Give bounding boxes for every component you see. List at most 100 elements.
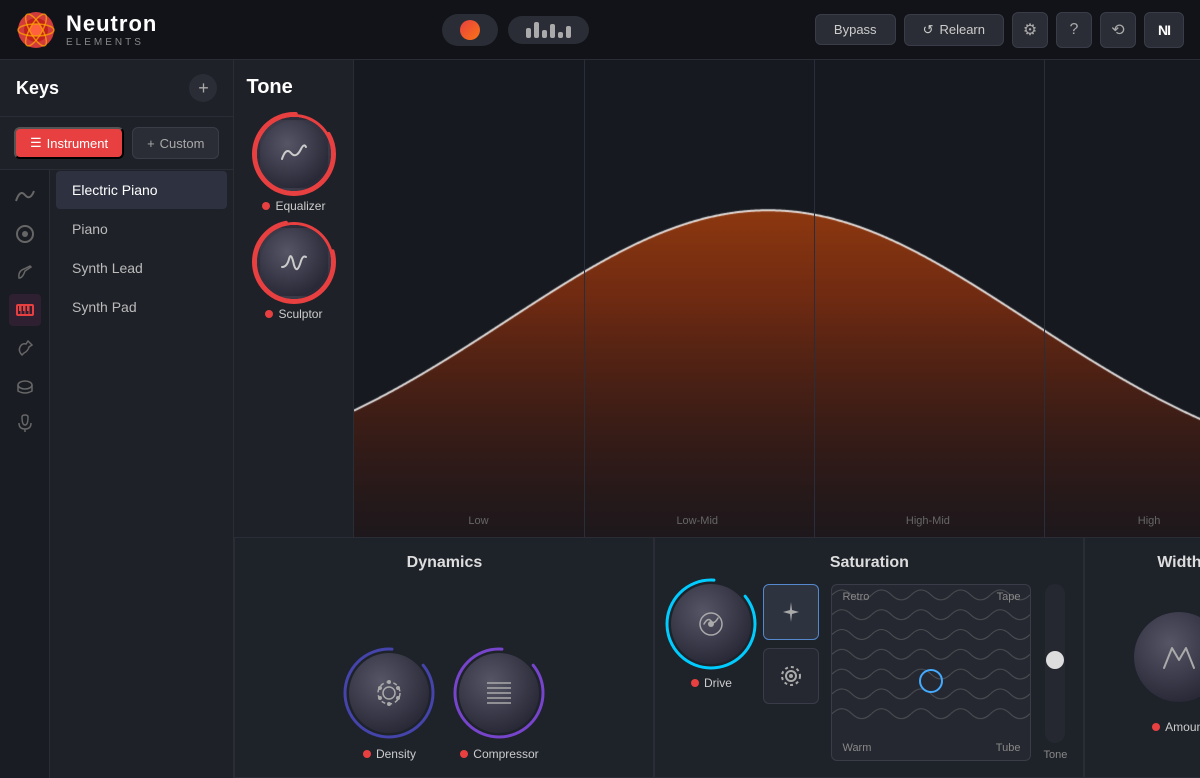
sidebar-icon-drums[interactable] — [9, 370, 41, 402]
sat-label-tube: Tube — [996, 742, 1021, 754]
tone-visualizer: Low Low-Mid High-Mid High — [354, 60, 1200, 537]
sidebar: Keys + ☰ Instrument + Custom — [0, 60, 234, 778]
relearn-button[interactable]: ↺ Relearn — [904, 14, 1004, 46]
tone-section: Tone — [234, 60, 1200, 538]
density-container: Density — [349, 653, 429, 761]
logo-text: Neutron ELEMENTS — [66, 11, 157, 48]
sat-wavy-bg — [832, 585, 1030, 724]
sidebar-header: Keys + — [0, 60, 233, 117]
sculptor-icon — [279, 247, 309, 277]
sat-labels-top: Retro Tape — [832, 591, 1030, 603]
tone-slider[interactable] — [1045, 584, 1065, 743]
saturation-panel: Saturation — [654, 538, 1084, 778]
sculptor-knob[interactable] — [257, 225, 331, 299]
sat-type-btn-2[interactable] — [763, 648, 819, 704]
help-button[interactable]: ? — [1056, 12, 1092, 48]
sidebar-icon-col — [0, 170, 50, 778]
density-knob-wrap — [349, 653, 429, 733]
width-controls: Amount — [1134, 584, 1200, 761]
tab-instrument[interactable]: ☰ Instrument — [14, 127, 124, 159]
settings-button[interactable]: ⚙ — [1012, 12, 1048, 48]
sidebar-icon-eq[interactable] — [9, 180, 41, 212]
logo-area: Neutron ELEMENTS — [16, 10, 216, 50]
freq-labels: Low Low-Mid High-Mid High — [354, 515, 1200, 527]
sidebar-list: Electric Piano Piano Synth Lead Synth Pa… — [50, 170, 233, 778]
amount-knob[interactable] — [1134, 612, 1200, 702]
ni-logo: NI — [1144, 12, 1184, 48]
sidebar-title: Keys — [16, 78, 59, 99]
sat-label-retro: Retro — [842, 591, 869, 603]
header-right: Bypass ↺ Relearn ⚙ ? ⟲ NI — [815, 12, 1184, 48]
eq-icon — [279, 139, 309, 169]
sat-type-selector — [763, 584, 819, 761]
add-instrument-button[interactable]: + — [189, 74, 217, 102]
main-layout: Keys + ☰ Instrument + Custom — [0, 60, 1200, 778]
drive-knob[interactable] — [671, 584, 751, 664]
sidebar-icon-voice[interactable] — [9, 408, 41, 440]
link-button[interactable]: ⟲ — [1100, 12, 1136, 48]
width-title: Width — [1157, 554, 1200, 572]
sidebar-tabs: ☰ Instrument + Custom — [0, 117, 233, 170]
equalizer-knob-inner — [260, 120, 328, 188]
sat-label-warm: Warm — [842, 742, 871, 754]
sculptor-label: Sculptor — [265, 307, 322, 321]
width-panel: Width Amount — [1084, 538, 1200, 778]
sidebar-item-synth-pad[interactable]: Synth Pad — [56, 288, 227, 326]
tone-slider-label: Tone — [1043, 749, 1067, 761]
sidebar-icon-dial[interactable] — [9, 218, 41, 250]
sat-type-btn-1[interactable] — [763, 584, 819, 640]
instrument-icon: ☰ — [30, 135, 42, 151]
saturation-content: Drive — [671, 584, 1067, 761]
sculptor-knob-wrap — [257, 225, 331, 299]
eq-label-dot — [262, 202, 270, 210]
tab-custom[interactable]: + Custom — [132, 127, 219, 159]
density-knob[interactable] — [349, 653, 429, 733]
sidebar-body: Electric Piano Piano Synth Lead Synth Pa… — [0, 170, 233, 778]
equalizer-knob-wrap — [257, 117, 331, 191]
header: Neutron ELEMENTS Bypass ↺ Relearn ⚙ ? ⟲ — [0, 0, 1200, 60]
dynamics-panel: Dynamics — [234, 538, 654, 778]
tone-slider-thumb — [1046, 651, 1064, 669]
content-area: Tone — [234, 60, 1200, 778]
equalizer-knob[interactable] — [257, 117, 331, 191]
bypass-button[interactable]: Bypass — [815, 14, 896, 45]
saturation-title: Saturation — [830, 554, 909, 572]
visualizer-pill-1[interactable] — [442, 14, 498, 46]
sat-cursor[interactable] — [919, 669, 943, 693]
pill-dot-icon — [460, 20, 480, 40]
sidebar-icon-piano[interactable] — [9, 294, 41, 326]
sidebar-item-electric-piano[interactable]: Electric Piano — [56, 171, 227, 209]
relearn-label: Relearn — [939, 22, 985, 37]
sculptor-label-dot — [265, 310, 273, 318]
visualizer-pill-2[interactable] — [508, 16, 589, 44]
dynamics-controls: Density — [349, 584, 539, 761]
compressor-knob[interactable] — [459, 653, 539, 733]
tone-title: Tone — [246, 76, 292, 99]
header-center — [216, 14, 815, 46]
width-icon — [1160, 638, 1198, 676]
plus-icon: + — [147, 136, 155, 151]
sat-gear-icon — [777, 662, 805, 690]
density-icon — [372, 676, 406, 710]
saturation-grid[interactable]: Retro Tape Warm Tube — [831, 584, 1031, 761]
dynamics-title: Dynamics — [407, 554, 483, 572]
sidebar-icon-guitar[interactable] — [9, 256, 41, 288]
compressor-icon — [482, 676, 516, 710]
neutron-logo-icon — [16, 10, 56, 50]
pill-bars-icon — [526, 22, 571, 38]
compressor-knob-wrap — [459, 653, 539, 733]
freq-label-high: High — [1138, 515, 1161, 527]
sat-labels-bottom: Warm Tube — [832, 742, 1030, 754]
drive-col: Drive — [671, 584, 751, 761]
app-sub: ELEMENTS — [66, 37, 157, 48]
sidebar-item-piano[interactable]: Piano — [56, 210, 227, 248]
amount-label: Amount — [1152, 720, 1200, 734]
sidebar-icon-bass[interactable] — [9, 332, 41, 364]
tone-slider-col: Tone — [1043, 584, 1067, 761]
sculptor-knob-container: Sculptor — [257, 225, 331, 321]
tone-controls: Tone — [234, 60, 354, 537]
compressor-label: Compressor — [460, 747, 538, 761]
sat-sparkle-icon — [777, 598, 805, 626]
sidebar-item-synth-lead[interactable]: Synth Lead — [56, 249, 227, 287]
sat-label-tape: Tape — [997, 591, 1021, 603]
